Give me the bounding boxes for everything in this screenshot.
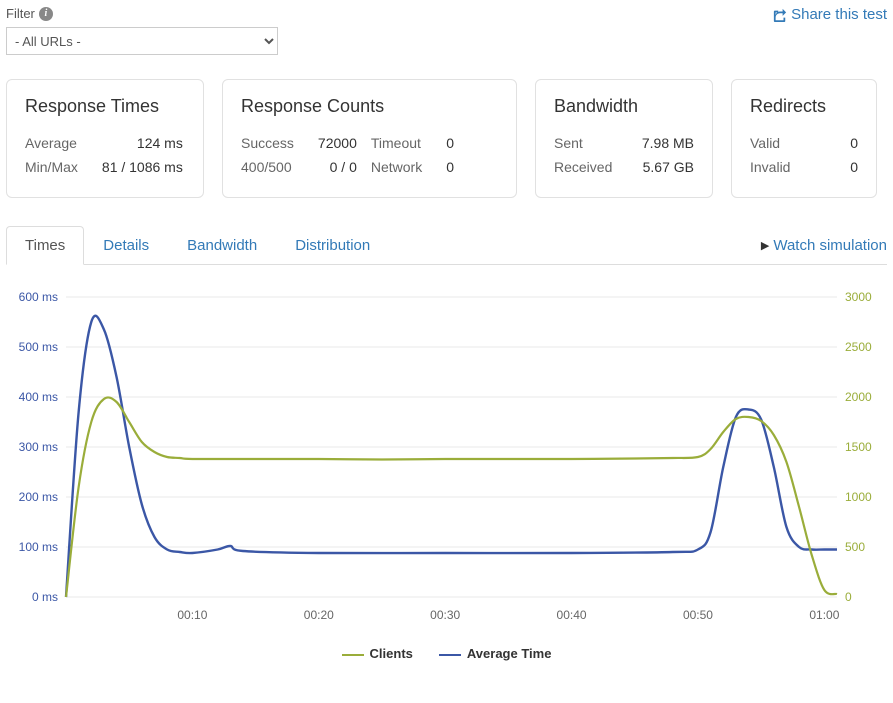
card-title: Bandwidth bbox=[554, 96, 694, 117]
svg-text:500: 500 bbox=[845, 540, 865, 554]
summary-cards: Response Times Average 124 ms Min/Max 81… bbox=[6, 79, 887, 198]
url-filter-select[interactable]: - All URLs - bbox=[6, 27, 278, 55]
stat-row: Valid 0 bbox=[750, 131, 858, 155]
card-response-times: Response Times Average 124 ms Min/Max 81… bbox=[6, 79, 204, 198]
stat-row: 400/500 0 / 0 Network 0 bbox=[241, 155, 454, 179]
chart-area: 0 ms 100 ms 200 ms 300 ms 400 ms 500 ms 600 ms… bbox=[6, 287, 887, 661]
legend-item-avg-time: Average Time bbox=[439, 646, 552, 661]
info-icon[interactable]: i bbox=[39, 7, 53, 21]
svg-text:200 ms: 200 ms bbox=[19, 490, 58, 504]
chart-tabs: Times Details Bandwidth Distribution bbox=[6, 226, 389, 264]
stat-row: Min/Max 81 / 1086 ms bbox=[25, 155, 197, 179]
timeseries-chart[interactable]: 0 ms 100 ms 200 ms 300 ms 400 ms 500 ms 600 ms… bbox=[6, 287, 887, 627]
card-redirects: Redirects Valid 0 Invalid 0 bbox=[731, 79, 877, 198]
svg-text:0 ms: 0 ms bbox=[32, 590, 58, 604]
tab-distribution[interactable]: Distribution bbox=[276, 226, 389, 265]
svg-text:2500: 2500 bbox=[845, 340, 872, 354]
svg-text:00:40: 00:40 bbox=[557, 608, 587, 622]
share-test-link[interactable]: Share this test bbox=[773, 6, 887, 23]
svg-text:3000: 3000 bbox=[845, 290, 872, 304]
svg-text:100 ms: 100 ms bbox=[19, 540, 58, 554]
tab-details[interactable]: Details bbox=[84, 226, 168, 265]
svg-text:00:20: 00:20 bbox=[304, 608, 334, 622]
svg-text:0: 0 bbox=[845, 590, 852, 604]
chart-legend: Clients Average Time bbox=[6, 646, 887, 661]
svg-text:2000: 2000 bbox=[845, 390, 872, 404]
stat-row: Success 72000 Timeout 0 bbox=[241, 131, 454, 155]
legend-item-clients: Clients bbox=[342, 646, 413, 661]
stat-row: Average 124 ms bbox=[25, 131, 197, 155]
filter-block: Filter i - All URLs - bbox=[6, 6, 278, 55]
svg-text:00:10: 00:10 bbox=[177, 608, 207, 622]
card-title: Redirects bbox=[750, 96, 858, 117]
svg-text:00:50: 00:50 bbox=[683, 608, 713, 622]
play-icon: ▶ bbox=[761, 239, 769, 252]
card-bandwidth: Bandwidth Sent 7.98 MB Received 5.67 GB bbox=[535, 79, 713, 198]
card-title: Response Counts bbox=[241, 96, 498, 117]
svg-text:1500: 1500 bbox=[845, 440, 872, 454]
svg-text:600 ms: 600 ms bbox=[19, 290, 58, 304]
svg-text:300 ms: 300 ms bbox=[19, 440, 58, 454]
card-response-counts: Response Counts Success 72000 Timeout 0 … bbox=[222, 79, 517, 198]
stat-row: Invalid 0 bbox=[750, 155, 858, 179]
card-title: Response Times bbox=[25, 96, 185, 117]
filter-label-text: Filter bbox=[6, 6, 35, 21]
svg-text:500 ms: 500 ms bbox=[19, 340, 58, 354]
share-icon bbox=[773, 8, 787, 22]
tab-times[interactable]: Times bbox=[6, 226, 84, 265]
tab-bandwidth[interactable]: Bandwidth bbox=[168, 226, 276, 265]
svg-text:01:00: 01:00 bbox=[809, 608, 839, 622]
stat-row: Received 5.67 GB bbox=[554, 155, 694, 179]
filter-label: Filter i bbox=[6, 6, 278, 21]
svg-text:400 ms: 400 ms bbox=[19, 390, 58, 404]
share-test-label: Share this test bbox=[791, 6, 887, 23]
svg-text:00:30: 00:30 bbox=[430, 608, 460, 622]
watch-simulation-link[interactable]: ▶ Watch simulation bbox=[761, 237, 887, 264]
svg-text:1000: 1000 bbox=[845, 490, 872, 504]
stat-row: Sent 7.98 MB bbox=[554, 131, 694, 155]
watch-simulation-label: Watch simulation bbox=[773, 237, 887, 254]
